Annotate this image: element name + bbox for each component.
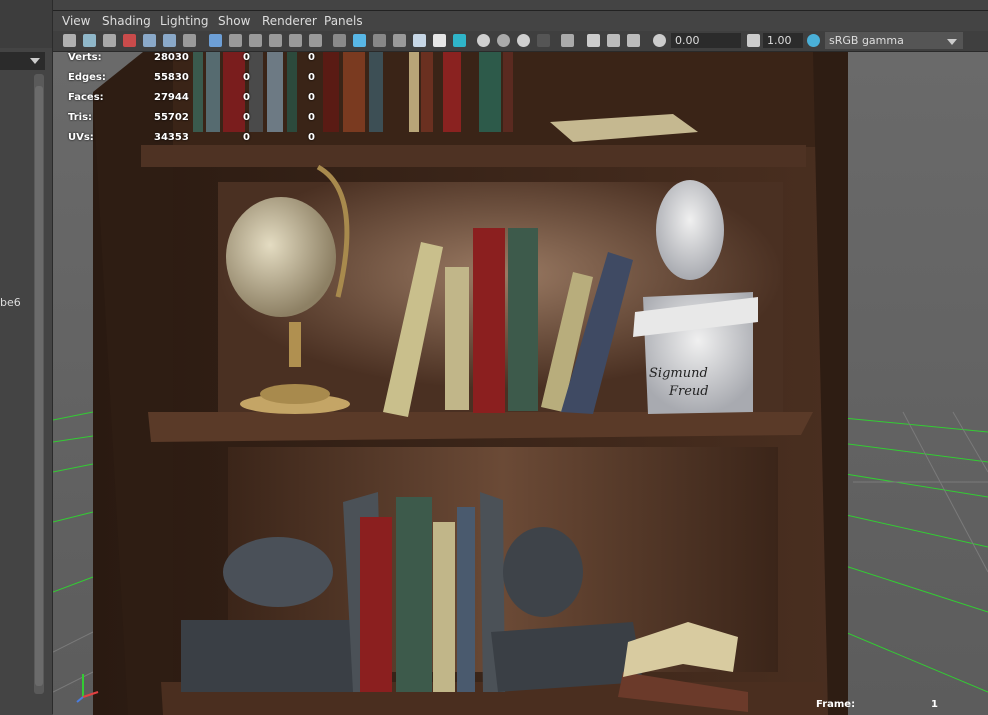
bust-inscription-line2: Freud <box>668 384 709 399</box>
resolution-gate-icon[interactable] <box>249 34 262 47</box>
scrollbar-thumb[interactable] <box>35 86 43 686</box>
left-panel-dropdown[interactable] <box>0 52 45 70</box>
menu-panels[interactable]: Panels <box>324 14 363 28</box>
bookmark-icon[interactable] <box>103 34 116 47</box>
motion-blur-icon[interactable] <box>497 34 510 47</box>
select-camera-icon[interactable] <box>63 34 76 47</box>
menu-view[interactable]: View <box>62 14 90 28</box>
wireframe-on-shaded-icon[interactable] <box>373 34 386 47</box>
bear-sculpture <box>503 527 583 617</box>
menu-renderer[interactable]: Renderer <box>262 14 317 28</box>
menu-shading[interactable]: Shading <box>102 14 151 28</box>
xray-joints-icon[interactable] <box>587 34 600 47</box>
left-side-panel: be6 <box>0 0 53 714</box>
chevron-down-icon <box>30 58 40 64</box>
panel-menubar: View Shading Lighting Show Renderer Pane… <box>53 11 988 31</box>
isolate-select-icon[interactable] <box>561 34 574 47</box>
film-gate-icon[interactable] <box>229 34 242 47</box>
left-panel-scrollbar[interactable] <box>34 74 44 694</box>
exposure-icon[interactable] <box>653 34 666 47</box>
panel-toolbar: 0.00 1.00 sRGB gamma <box>53 31 988 52</box>
menu-show[interactable]: Show <box>218 14 250 28</box>
field-chart-icon[interactable] <box>289 34 302 47</box>
backface-culling-icon[interactable] <box>627 34 640 47</box>
xray-icon[interactable] <box>393 34 406 47</box>
menu-lighting[interactable]: Lighting <box>160 14 209 28</box>
xray-active-icon[interactable] <box>607 34 620 47</box>
shadows-icon[interactable] <box>453 34 466 47</box>
elephant-sculpture <box>223 537 333 607</box>
textured-icon[interactable] <box>413 34 426 47</box>
wireframe-icon[interactable] <box>333 34 346 47</box>
paint-icon[interactable] <box>183 34 196 47</box>
poly-count-hud: Verts: 28030 0 0 Edges: 55830 0 0 Faces: 27944 0… <box>68 52 315 143</box>
view-transform-dropdown[interactable]: sRGB gamma <box>825 32 963 49</box>
left-panel-header <box>0 0 52 48</box>
exposure-field[interactable]: 0.00 <box>671 33 741 48</box>
grid-icon[interactable] <box>209 34 222 47</box>
camera-attributes-icon[interactable] <box>83 34 96 47</box>
smooth-shade-icon[interactable] <box>353 34 366 47</box>
gamma-icon[interactable] <box>747 34 760 47</box>
grease-pencil-icon[interactable] <box>163 34 176 47</box>
gamma-field[interactable]: 1.00 <box>763 33 803 48</box>
anti-aliasing-icon[interactable] <box>517 34 530 47</box>
two-d-pan-zoom-icon[interactable] <box>143 34 156 47</box>
screen-space-ao-icon[interactable] <box>477 34 490 47</box>
color-management-icon[interactable] <box>807 34 820 47</box>
depth-of-field-icon[interactable] <box>537 34 550 47</box>
frame-label: Frame: <box>816 699 856 710</box>
safe-action-icon[interactable] <box>309 34 322 47</box>
gate-mask-icon[interactable] <box>269 34 282 47</box>
frame-value: 1 <box>931 699 938 710</box>
chevron-down-icon <box>947 39 957 45</box>
outliner-item-label: be6 <box>0 296 21 309</box>
image-plane-icon[interactable] <box>123 34 136 47</box>
bookend-left-base <box>181 620 361 692</box>
lights-icon[interactable] <box>433 34 446 47</box>
bust-inscription-line1: Sigmund <box>649 366 708 381</box>
viewport-panel: View Shading Lighting Show Renderer Pane… <box>53 10 988 715</box>
bookend-right-base <box>491 622 643 692</box>
